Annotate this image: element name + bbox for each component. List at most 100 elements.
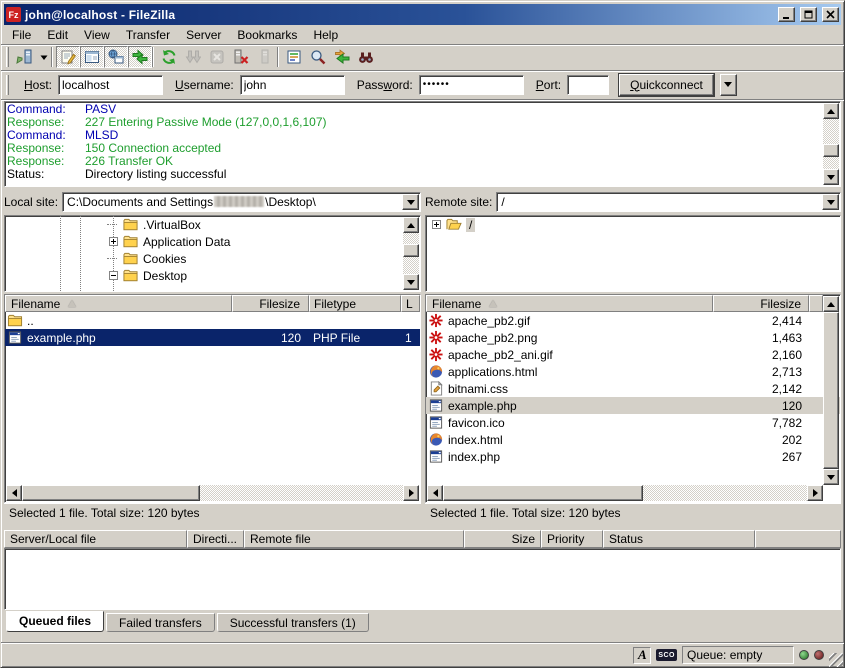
queue-splitter[interactable] [4,521,841,530]
tree-item[interactable]: Cookies [5,250,420,267]
queue-tab[interactable]: Queued files [6,611,104,632]
maximize-button[interactable] [800,7,817,22]
table-row[interactable]: apache_pb2.gif 2,414 [426,312,840,329]
table-row[interactable]: example.php 120 [426,397,840,414]
scrollbar-thumb[interactable] [443,485,643,501]
toolbar-button[interactable] [306,46,330,68]
remote-site-dropdown-button[interactable] [822,194,839,210]
column-header-server-local-file[interactable]: Server/Local file [4,530,187,548]
toolbar-button[interactable] [330,46,354,68]
quickconnect-dropdown-button[interactable] [720,74,737,96]
table-row[interactable]: bitnami.css 2,142 [426,380,840,397]
tree-expander[interactable] [109,237,118,246]
column-header-size[interactable]: Size [464,530,541,548]
menu-item[interactable]: Help [305,26,346,44]
local-site-combobox[interactable]: C:\Documents and Settings\Desktop\ [62,192,421,212]
local-list-hscrollbar[interactable] [6,485,419,501]
tree-expander[interactable] [109,220,118,229]
toolbar-button[interactable] [80,46,104,68]
menu-item[interactable]: View [76,26,118,44]
quickconnect-grip[interactable] [6,75,9,95]
tree-item[interactable]: Desktop [5,267,420,284]
table-row[interactable]: index.html 202 [426,431,840,448]
column-header-filesize[interactable]: Filesize [232,295,309,312]
toolbar-button[interactable] [128,46,152,68]
queue-tab[interactable]: Failed transfers [106,613,215,632]
toolbar-button[interactable] [354,46,378,68]
table-row[interactable]: .. [5,312,420,329]
table-row[interactable]: apache_pb2.png 1,463 [426,329,840,346]
speed-limit-icon[interactable]: SCO [656,649,677,661]
column-header-priority[interactable]: Priority [541,530,603,548]
title-bar[interactable]: Fz john@localhost - FileZilla [4,4,841,25]
toolbar-grip[interactable] [6,47,9,67]
table-row[interactable]: favicon.ico 7,782 [426,414,840,431]
remote-list-hscrollbar[interactable] [427,485,823,501]
column-header-remote-file[interactable]: Remote file [244,530,464,548]
username-input[interactable] [240,75,345,95]
column-header-filetype[interactable]: Filetype [309,295,401,312]
column-header-filename[interactable]: Filename [426,295,713,312]
scroll-right-button[interactable] [807,485,823,501]
close-button[interactable] [822,7,839,22]
log-scrollbar[interactable] [823,103,839,185]
scrollbar-thumb[interactable] [823,312,839,469]
scroll-right-button[interactable] [403,485,419,501]
table-row[interactable]: apache_pb2_ani.gif 2,160 [426,346,840,363]
column-header-status[interactable]: Status [603,530,755,548]
menu-item[interactable]: Edit [39,26,76,44]
column-header-filesize[interactable]: Filesize [713,295,809,312]
queue-tab[interactable]: Successful transfers (1) [217,613,369,632]
scroll-down-button[interactable] [403,274,419,290]
tree-item[interactable]: / [426,216,840,233]
column-header-direction[interactable]: Directi... [187,530,244,548]
tree-expander[interactable] [432,220,441,229]
port-input[interactable] [567,75,609,95]
scroll-left-button[interactable] [427,485,443,501]
quickconnect-button[interactable]: Quickconnect [619,74,714,96]
toolbar-button[interactable] [104,46,128,68]
table-row[interactable]: index.php 267 [426,448,840,465]
menu-item[interactable]: Server [178,26,229,44]
transfer-queue-list[interactable] [4,548,841,610]
column-header-filename[interactable]: Filename [5,295,232,312]
minimize-button[interactable] [778,7,795,22]
tree-item[interactable]: .VirtualBox [5,216,420,233]
scroll-up-button[interactable] [403,217,419,233]
menu-item[interactable]: Bookmarks [229,26,305,44]
tree-expander[interactable] [109,271,118,280]
toolbar-button[interactable] [12,46,36,68]
scroll-left-button[interactable] [6,485,22,501]
scroll-down-button[interactable] [823,469,839,485]
scrollbar-thumb[interactable] [22,485,200,501]
tree-expander[interactable] [109,254,118,263]
scrollbar-thumb[interactable] [403,244,419,257]
remote-site-combobox[interactable]: / [496,192,841,212]
menu-item[interactable]: Transfer [118,26,178,44]
menu-item[interactable]: File [4,26,39,44]
toolbar-button[interactable] [253,46,277,68]
remote-list-vscrollbar[interactable] [823,296,839,485]
toolbar-button[interactable] [205,46,229,68]
scroll-up-button[interactable] [823,296,839,312]
table-row[interactable]: example.php 120 PHP File 1 [5,329,420,346]
password-input[interactable] [419,75,524,95]
toolbar-button[interactable] [157,46,181,68]
toolbar-button[interactable] [229,46,253,68]
toolbar-button[interactable] [181,46,205,68]
toolbar-button[interactable] [282,46,306,68]
tree-item[interactable]: Application Data [5,233,420,250]
local-tree-scrollbar[interactable] [403,217,419,290]
table-row[interactable]: applications.html 2,713 [426,363,840,380]
scroll-up-button[interactable] [823,103,839,119]
data-type-indicator-icon[interactable]: A [633,647,651,664]
column-header-lastmodified[interactable]: L [401,295,420,312]
folder-icon [122,234,139,249]
local-site-dropdown-button[interactable] [402,194,419,210]
host-input[interactable] [58,75,163,95]
scrollbar-thumb[interactable] [823,144,839,157]
scroll-down-button[interactable] [823,169,839,185]
resize-grip[interactable] [829,653,843,667]
toolbar-button[interactable] [56,46,80,68]
toolbar-button[interactable] [36,46,51,68]
